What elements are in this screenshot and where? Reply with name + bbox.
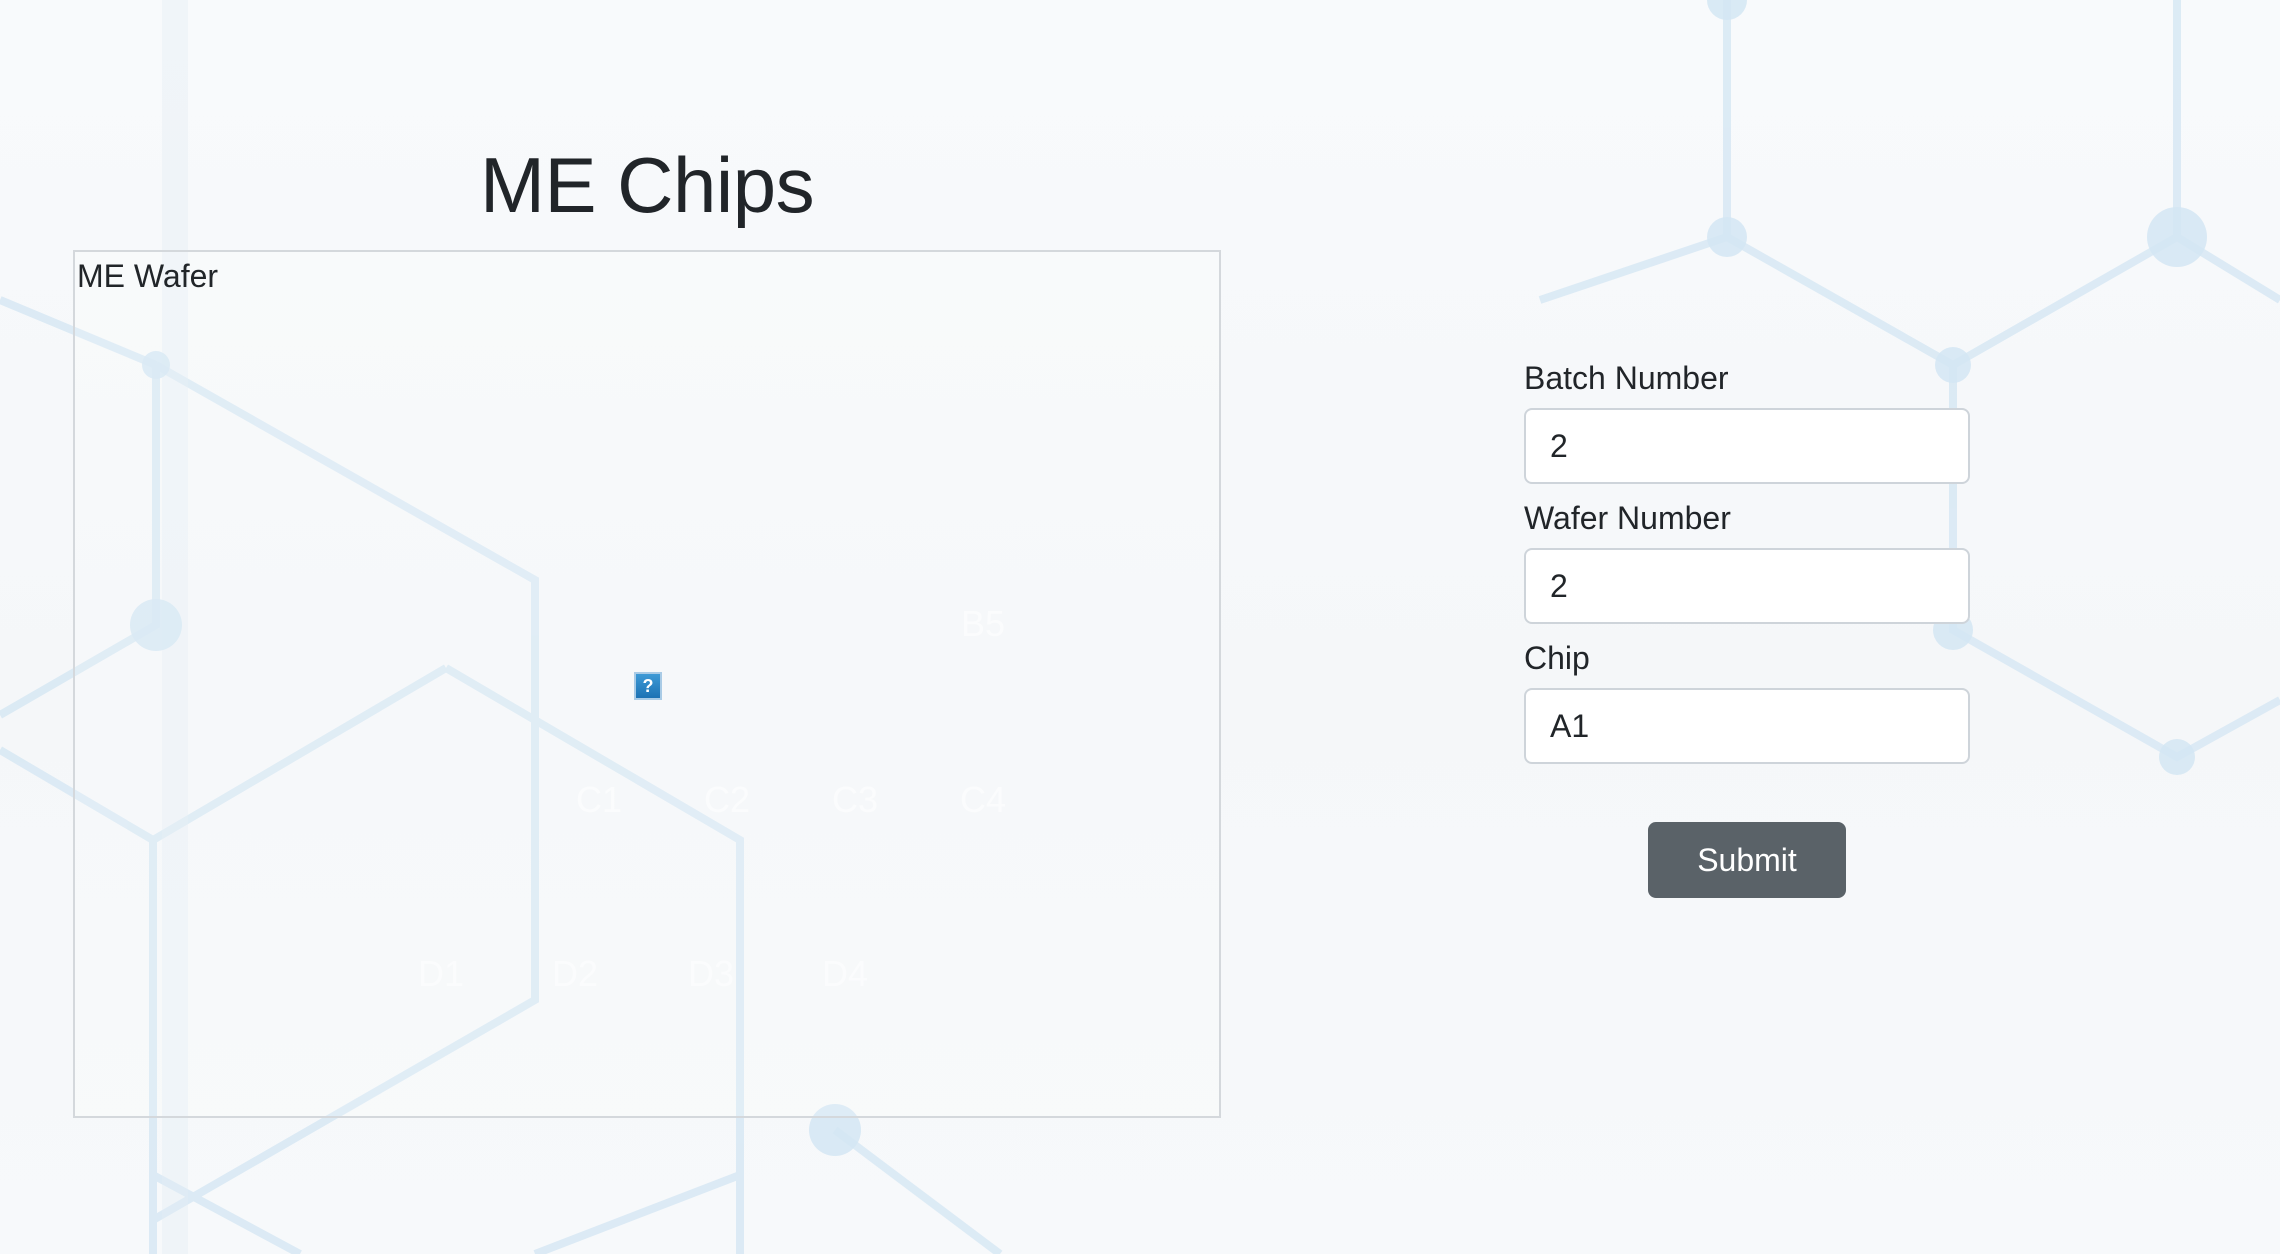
batch-number-label: Batch Number <box>1524 360 1729 396</box>
page: ME Chips ME Wafer ? B5 C1 C2 C3 C4 D1 D2… <box>0 0 2280 1254</box>
chip-label-d2[interactable]: D2 <box>552 953 598 995</box>
wafer-number-label: Wafer Number <box>1524 500 1731 536</box>
submit-button[interactable]: Submit <box>1648 822 1846 898</box>
chip-label-c3[interactable]: C3 <box>832 779 878 821</box>
chip-label-c1[interactable]: C1 <box>576 779 622 821</box>
chip-label-d1[interactable]: D1 <box>418 953 464 995</box>
chip-lookup-form: Batch Number Wafer Number Chip <box>1524 352 1970 772</box>
chip-label-d3[interactable]: D3 <box>688 953 734 995</box>
chip-label-b5[interactable]: B5 <box>961 603 1005 645</box>
wafer-image-frame: ME Wafer ? B5 C1 C2 C3 C4 D1 D2 D3 D4 <box>73 250 1221 1118</box>
chip-input[interactable] <box>1524 688 1970 764</box>
chip-label: Chip <box>1524 640 1590 676</box>
wafer-image-alt-text: ME Wafer <box>77 258 219 294</box>
batch-number-input[interactable] <box>1524 408 1970 484</box>
chip-label-c4[interactable]: C4 <box>960 779 1006 821</box>
chip-label-d4[interactable]: D4 <box>822 953 868 995</box>
wafer-number-input[interactable] <box>1524 548 1970 624</box>
broken-image-icon: ? <box>634 672 662 700</box>
page-title: ME Chips <box>480 141 815 229</box>
chip-label-c2[interactable]: C2 <box>704 779 750 821</box>
